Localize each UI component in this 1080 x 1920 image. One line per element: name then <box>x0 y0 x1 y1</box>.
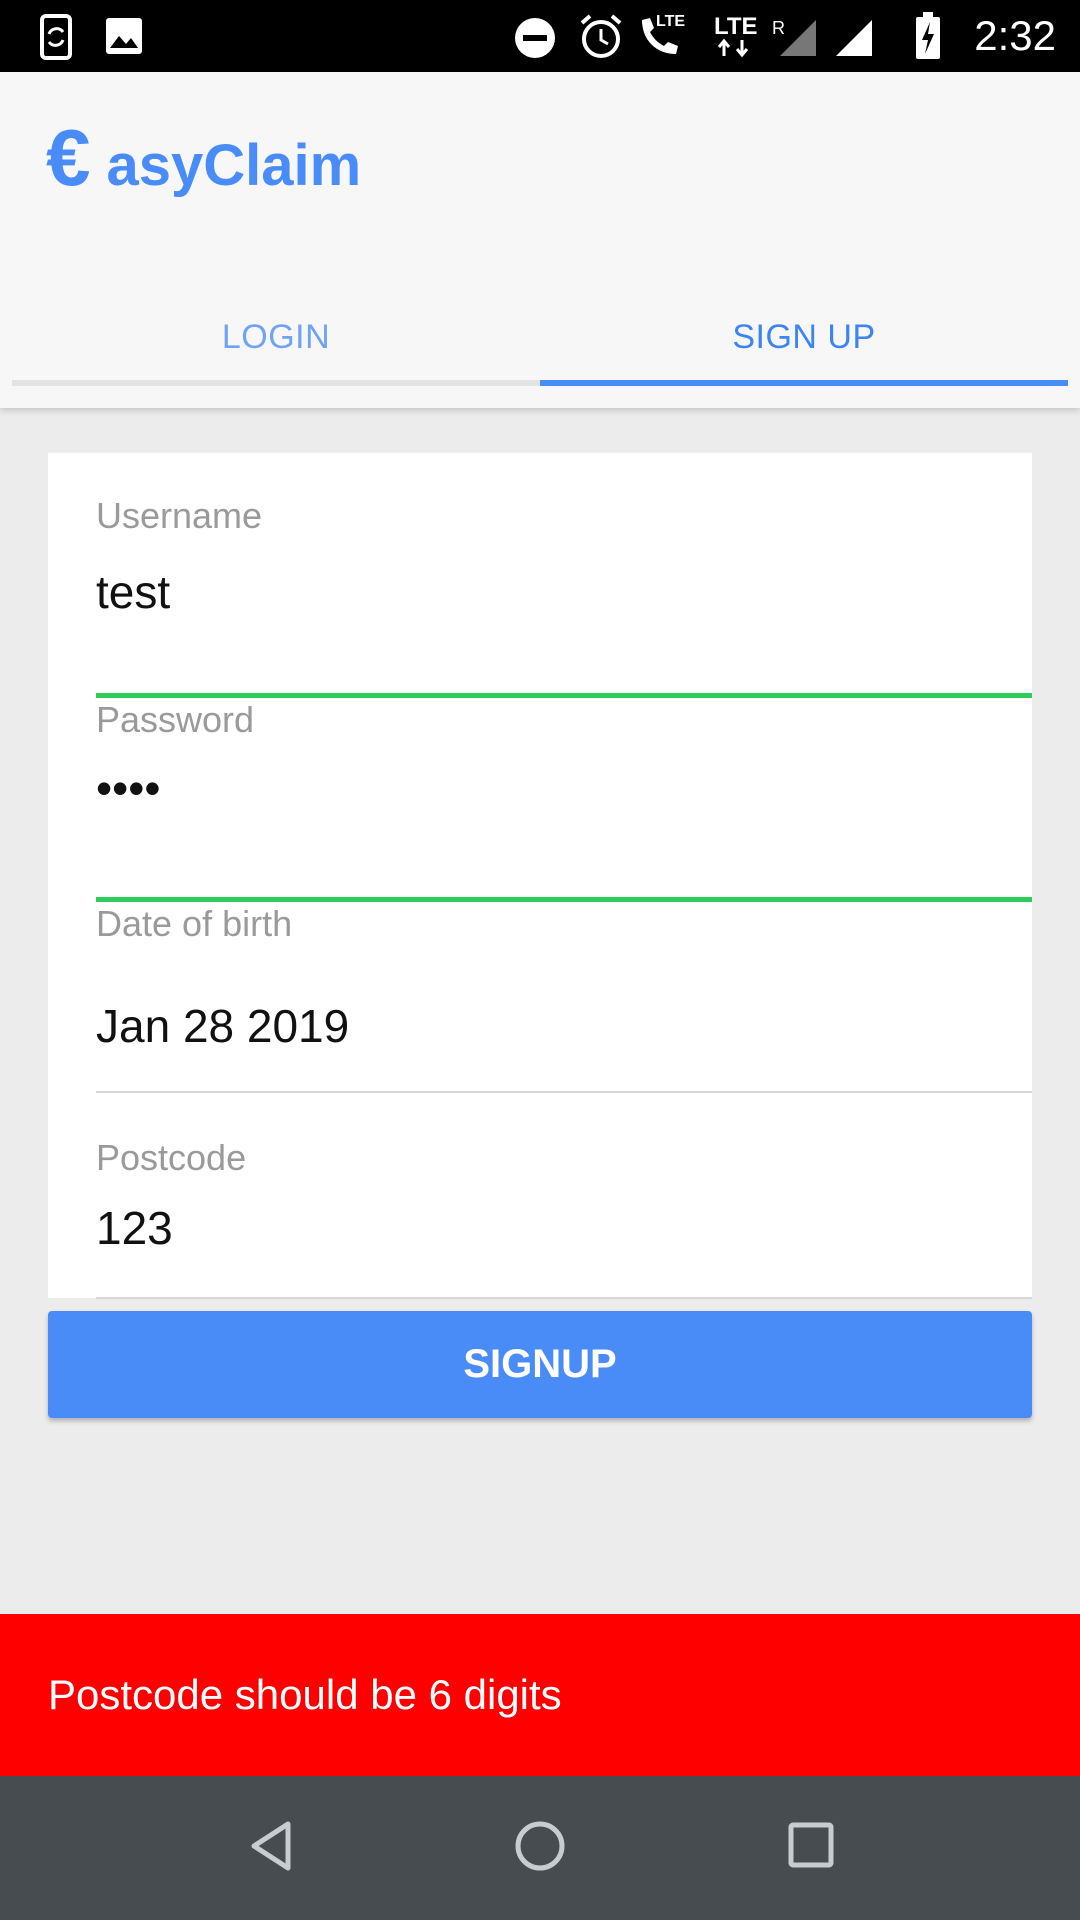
error-message: Postcode should be 6 digits <box>48 1671 562 1718</box>
date-of-birth-underline <box>96 1091 1032 1093</box>
app-name: asyClaim <box>106 133 362 198</box>
postcode-underline <box>96 1297 1032 1299</box>
error-toast: Postcode should be 6 digits <box>0 1614 1080 1776</box>
tab-login[interactable]: LOGIN <box>12 296 540 386</box>
recents-icon[interactable] <box>786 1820 836 1875</box>
back-icon[interactable] <box>246 1818 294 1879</box>
date-of-birth-field[interactable]: Date of birth Jan 28 2019 <box>96 903 1032 1093</box>
app-header: € asyClaim LOGIN SIGN UP <box>0 72 1080 408</box>
postcode-label: Postcode <box>96 1137 247 1178</box>
auth-tabs: LOGIN SIGN UP <box>12 296 1068 386</box>
app-logo: € asyClaim <box>46 118 361 199</box>
username-field[interactable]: Username test <box>96 495 1032 698</box>
alarm-icon <box>578 13 624 66</box>
postcode-field[interactable]: Postcode 123 <box>96 1137 1032 1299</box>
svg-text:LTE: LTE <box>656 13 685 30</box>
date-of-birth-label: Date of birth <box>96 903 293 944</box>
status-bar: LTE LTE R 2:32 <box>0 0 1080 72</box>
username-input[interactable]: test <box>96 565 170 619</box>
home-icon[interactable] <box>512 1818 568 1879</box>
date-of-birth-input[interactable]: Jan 28 2019 <box>96 999 349 1053</box>
password-label: Password <box>96 699 255 740</box>
image-icon <box>104 16 144 61</box>
battery-charging-icon <box>914 12 942 65</box>
tab-sign-up[interactable]: SIGN UP <box>540 296 1068 386</box>
signup-button[interactable]: SIGNUP <box>48 1311 1032 1418</box>
system-nav-bar <box>0 1776 1080 1920</box>
username-label: Username <box>96 495 263 536</box>
password-input[interactable]: •••• <box>96 761 160 815</box>
password-field[interactable]: Password •••• <box>96 699 1032 902</box>
password-underline <box>96 897 1032 902</box>
lte-call-icon: LTE <box>636 10 692 65</box>
lte-data-icon: LTE R <box>712 12 785 65</box>
postcode-input[interactable]: 123 <box>96 1201 173 1255</box>
euro-icon: € <box>46 113 91 202</box>
signal-roaming-icon <box>778 18 818 63</box>
screen-rotate-icon <box>36 14 76 65</box>
svg-text:LTE: LTE <box>714 13 758 40</box>
signup-form: Username test Password •••• Date of birt… <box>48 453 1032 1299</box>
do-not-disturb-icon <box>513 16 557 65</box>
username-underline <box>96 693 1032 698</box>
signal-icon <box>834 18 874 63</box>
clock: 2:32 <box>974 12 1056 59</box>
